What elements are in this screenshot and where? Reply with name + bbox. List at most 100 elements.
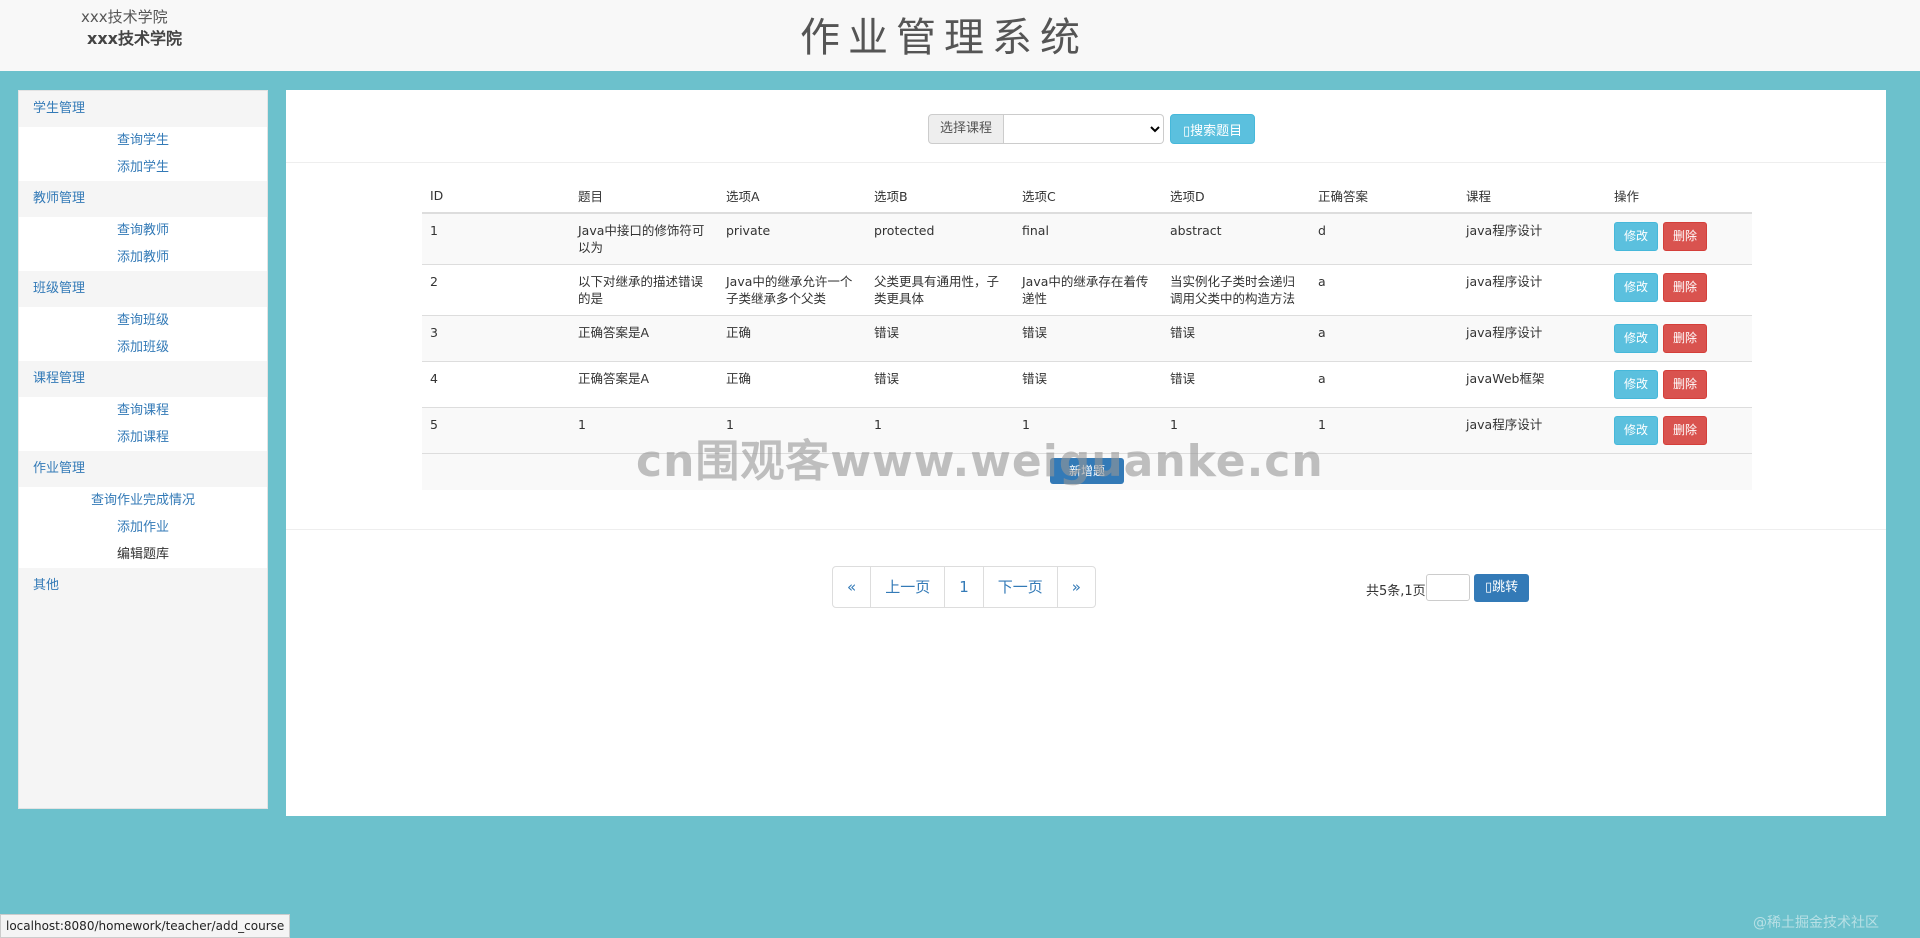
delete-button[interactable]: 删除 [1663,273,1708,302]
sidebar-item-add-course[interactable]: 添加课程 [19,424,267,451]
table-row: 3 正确答案是A 正确 错误 错误 错误 a java程序设计 修改 删除 [422,315,1752,362]
cell: 正确答案是A [570,361,718,408]
edit-button[interactable]: 修改 [1614,222,1659,251]
course-select-label: 选择课程 [928,114,1005,144]
cell: abstract [1162,212,1310,265]
sidebar-item-add-homework[interactable]: 添加作业 [19,514,267,541]
cell: private [718,212,866,265]
edit-button[interactable]: 修改 [1614,370,1659,399]
cell: 错误 [1162,361,1310,408]
menu-head-teachers[interactable]: 教师管理 [19,181,267,217]
sidebar-item-add-class[interactable]: 添加班级 [19,334,267,361]
cell: 5 [422,407,570,454]
cell: a [1310,361,1458,408]
sidebar-item-homework-status[interactable]: 查询作业完成情况 [19,487,267,514]
cell: 错误 [1014,361,1162,408]
page-last[interactable]: » [1056,567,1095,607]
divider [286,162,1886,163]
watermark: cn围观客www.weiguanke.cn [636,436,1324,487]
sidebar-item-add-student[interactable]: 添加学生 [19,154,267,181]
pagination: « 上一页 1 下一页 » [832,566,1096,608]
sidebar-item-query-teachers[interactable]: 查询教师 [19,217,267,244]
delete-button[interactable]: 删除 [1663,222,1708,251]
actions-cell: 修改 删除 [1606,315,1752,362]
logo-image-alt: xxx技术学院 [81,8,168,26]
cell: d [1310,212,1458,265]
page-prev[interactable]: 上一页 [870,567,944,607]
sidebar-item-query-courses[interactable]: 查询课程 [19,397,267,424]
cell: Java中的继承允许一个子类继承多个父类 [718,264,866,316]
menu-head-homework[interactable]: 作业管理 [19,451,267,487]
menu-group-homework: 作业管理 查询作业完成情况 添加作业 编辑题库 [19,451,267,568]
edit-button[interactable]: 修改 [1614,273,1659,302]
page-info: 共5条,1页 [1366,584,1426,599]
course-select[interactable] [1004,114,1165,144]
cell: 3 [422,315,570,362]
cell: 正确 [718,361,866,408]
cell: 1 [422,212,570,265]
status-bar-url: localhost:8080/homework/teacher/add_cour… [0,914,291,938]
edit-button[interactable]: 修改 [1614,324,1659,353]
menu-head-classes[interactable]: 班级管理 [19,271,267,307]
cell: a [1310,315,1458,362]
cell: 错误 [866,315,1014,362]
cell: 2 [422,264,570,316]
edit-button[interactable]: 修改 [1614,416,1659,445]
cell: java程序设计 [1458,212,1606,265]
cell: java程序设计 [1458,315,1606,362]
sidebar-item-add-teacher[interactable]: 添加教师 [19,244,267,271]
header: xxx技术学院 xxx技术学院 作业管理系统 [0,0,1920,71]
sidebar: 学生管理 查询学生 添加学生 教师管理 查询教师 添加教师 班级管理 查询班级 … [18,90,268,809]
menu-head-students[interactable]: 学生管理 [19,91,267,127]
jump-button-label: 跳转 [1492,580,1519,595]
cell: 以下对继承的描述错误的是 [570,264,718,316]
page-next[interactable]: 下一页 [982,567,1057,607]
page-first[interactable]: « [833,567,870,607]
cell: 当实例化子类时会递归调用父类中的构造方法 [1162,264,1310,316]
menu-head-courses[interactable]: 课程管理 [19,361,267,397]
menu-group-teachers: 教师管理 查询教师 添加教师 [19,181,267,271]
menu-group-classes: 班级管理 查询班级 添加班级 [19,271,267,361]
delete-button[interactable]: 删除 [1663,370,1708,399]
cell: Java中接口的修饰符可以为 [570,212,718,265]
menu-group-students: 学生管理 查询学生 添加学生 [19,91,267,181]
menu-group-other: 其他 [19,568,267,604]
search-questions-button[interactable]: ▯搜索题目 [1170,114,1256,144]
sidebar-item-query-classes[interactable]: 查询班级 [19,307,267,334]
delete-button[interactable]: 删除 [1663,324,1708,353]
cell: 错误 [1162,315,1310,362]
col-id: ID [422,178,570,214]
col-actions: 操作 [1606,178,1752,214]
cell: 错误 [1014,315,1162,362]
cell: protected [866,212,1014,265]
page-jump-input[interactable] [1426,574,1470,601]
cell: javaWeb框架 [1458,361,1606,408]
page-title: 作业管理系统 [800,15,1088,61]
menu-head-other[interactable]: 其他 [19,568,267,604]
cell: 错误 [866,361,1014,408]
table-row: 2 以下对继承的描述错误的是 Java中的继承允许一个子类继承多个父类 父类更具… [422,264,1752,316]
table-header-row: ID 题目 选项A 选项B 选项C 选项D 正确答案 课程 操作 [422,178,1752,214]
search-button-label: 搜索题目 [1190,123,1243,139]
table-row: 1 Java中接口的修饰符可以为 private protected final… [422,212,1752,265]
cell: final [1014,212,1162,265]
page-jump-button[interactable]: ▯跳转 [1474,574,1530,602]
cell: 正确 [718,315,866,362]
col-option-b: 选项B [866,178,1014,214]
search-bar: 选择课程 ▯搜索题目 [928,114,1256,144]
sidebar-item-query-students[interactable]: 查询学生 [19,127,267,154]
cell: Java中的继承存在着传递性 [1014,264,1162,316]
sidebar-item-edit-question-bank[interactable]: 编辑题库 [19,541,267,568]
cell: 父类更具有通用性，子类更具体 [866,264,1014,316]
actions-cell: 修改 删除 [1606,361,1752,408]
col-answer: 正确答案 [1310,178,1458,214]
delete-button[interactable]: 删除 [1663,416,1708,445]
col-course: 课程 [1458,178,1606,214]
divider [286,529,1886,530]
col-question: 题目 [570,178,718,214]
cell: 1 [1310,407,1458,454]
cell: 4 [422,361,570,408]
cell: a [1310,264,1458,316]
page-current[interactable]: 1 [944,567,983,607]
cell: java程序设计 [1458,407,1606,454]
